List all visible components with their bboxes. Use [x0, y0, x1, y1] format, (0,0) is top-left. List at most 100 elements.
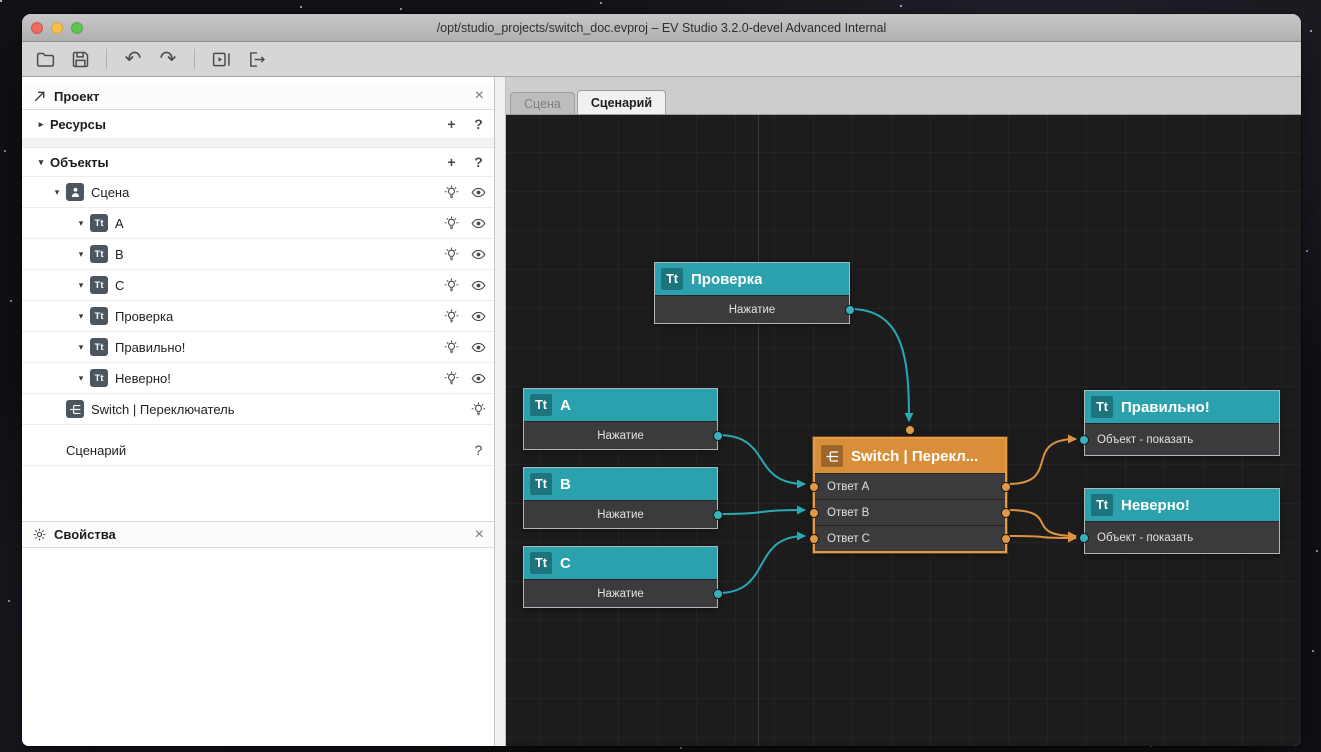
node-header[interactable]: Switch | Перекл... [815, 439, 1005, 473]
input-port[interactable] [809, 534, 819, 544]
tree-row-label: Правильно! [115, 340, 185, 355]
node-header[interactable]: TtПроверка [655, 263, 849, 295]
help-icon[interactable]: ? [471, 117, 486, 131]
disclosure-arrow-icon[interactable]: ▾ [32, 157, 50, 168]
tree-row-obj-proverka[interactable]: ▾TtПроверка [22, 301, 494, 332]
node-row-label: Нажатие [597, 509, 644, 521]
node-header[interactable]: TtB [524, 468, 717, 500]
lamp-icon[interactable] [444, 247, 459, 262]
output-port[interactable] [1001, 508, 1011, 518]
tab-scene[interactable]: Сцена [510, 92, 575, 114]
lamp-icon[interactable] [444, 309, 459, 324]
text-object-icon: Tt [1091, 396, 1113, 418]
disclosure-arrow-icon[interactable]: ▾ [72, 218, 90, 229]
eye-visibility-icon[interactable] [471, 185, 486, 200]
redo-button[interactable]: ↷ [155, 46, 181, 72]
node-row: Нажатие [524, 500, 717, 528]
node-title: B [560, 476, 571, 493]
tree-row-obj-a[interactable]: ▾TtA [22, 208, 494, 239]
tree-row-resources[interactable]: ▸Ресурсы+? [22, 110, 494, 139]
lamp-icon[interactable] [444, 371, 459, 386]
open-button[interactable] [32, 46, 58, 72]
node-header[interactable]: TtA [524, 389, 717, 421]
zoom-window-button[interactable] [71, 22, 83, 34]
minimize-window-button[interactable] [51, 22, 63, 34]
node-title: C [560, 555, 571, 572]
input-port[interactable] [1079, 533, 1089, 543]
disclosure-arrow-icon[interactable]: ▾ [72, 342, 90, 353]
eye-visibility-icon[interactable] [471, 247, 486, 262]
tree-row-obj-b[interactable]: ▾TtB [22, 239, 494, 270]
eye-visibility-icon[interactable] [471, 216, 486, 231]
disclosure-arrow-icon[interactable]: ▸ [32, 119, 50, 130]
output-port[interactable] [713, 431, 723, 441]
tree-row-scene[interactable]: ▾Сцена [22, 177, 494, 208]
text-object-icon: Tt [661, 268, 683, 290]
node-canvas[interactable]: TtПроверкаНажатиеTtAНажатиеTtBНажатиеTtC… [506, 115, 1301, 746]
node-c[interactable]: TtCНажатие [523, 546, 718, 608]
undo-button[interactable]: ↶ [120, 46, 146, 72]
save-button[interactable] [67, 46, 93, 72]
node-switch[interactable]: Switch | Перекл...Ответ AОтвет BОтвет C [813, 437, 1007, 553]
titlebar[interactable]: /opt/studio_projects/switch_doc.evproj –… [22, 14, 1301, 42]
node-title: Неверно! [1121, 497, 1190, 514]
tree-row-obj-pravilno[interactable]: ▾TtПравильно! [22, 332, 494, 363]
preview-button[interactable] [208, 46, 234, 72]
disclosure-arrow-icon[interactable]: ▾ [48, 187, 66, 198]
gear-icon [32, 527, 47, 542]
tree-row-scenario[interactable]: Сценарий? [22, 435, 494, 466]
eye-visibility-icon[interactable] [471, 278, 486, 293]
add-icon[interactable]: + [444, 117, 459, 131]
input-port-top[interactable] [905, 425, 915, 435]
output-port[interactable] [1001, 482, 1011, 492]
add-icon[interactable]: + [444, 155, 459, 169]
eye-visibility-icon[interactable] [471, 340, 486, 355]
close-window-button[interactable] [31, 22, 43, 34]
lamp-icon[interactable] [444, 278, 459, 293]
disclosure-arrow-icon[interactable]: ▾ [72, 373, 90, 384]
lamp-icon[interactable] [444, 185, 459, 200]
toolbar: ↶↷ [22, 42, 1301, 77]
eye-visibility-icon[interactable] [471, 371, 486, 386]
node-b[interactable]: TtB Нажатие [523, 467, 718, 529]
node-header[interactable]: TtПравильно! [1085, 391, 1279, 423]
tree-row-obj-neverno[interactable]: ▾TtНеверно! [22, 363, 494, 394]
output-port[interactable] [845, 305, 855, 315]
node-proverka[interactable]: TtПроверка Нажатие [654, 262, 850, 324]
input-port[interactable] [809, 482, 819, 492]
disclosure-arrow-icon[interactable]: ▾ [72, 249, 90, 260]
node-row: Ответ A [815, 473, 1005, 499]
lamp-icon[interactable] [471, 402, 486, 417]
text-object-icon: Tt [90, 214, 108, 232]
tree-row-switch-object[interactable]: Switch | Переключатель [22, 394, 494, 425]
eye-visibility-icon[interactable] [471, 309, 486, 324]
node-header[interactable]: TtНеверно! [1085, 489, 1279, 521]
tree-row-objects[interactable]: ▾Объекты+? [22, 148, 494, 177]
input-port[interactable] [1079, 435, 1089, 445]
output-port[interactable] [713, 510, 723, 520]
disclosure-arrow-icon[interactable]: ▾ [72, 280, 90, 291]
panel-splitter[interactable] [495, 77, 506, 746]
output-port[interactable] [1001, 534, 1011, 544]
output-port[interactable] [713, 589, 723, 599]
node-header[interactable]: TtC [524, 547, 717, 579]
text-object-icon: Tt [90, 307, 108, 325]
tab-scenario[interactable]: Сценарий [577, 90, 666, 114]
close-project-panel-button[interactable]: × [475, 88, 484, 104]
lamp-icon[interactable] [444, 216, 459, 231]
help-icon[interactable]: ? [471, 443, 486, 457]
lamp-icon[interactable] [444, 340, 459, 355]
tree-row-obj-c[interactable]: ▾TtC [22, 270, 494, 301]
project-panel-header: Проект × [22, 83, 494, 110]
node-row-label: Нажатие [729, 304, 776, 316]
disclosure-arrow-icon[interactable]: ▾ [72, 311, 90, 322]
help-icon[interactable]: ? [471, 155, 486, 169]
node-row-label: Нажатие [597, 430, 644, 442]
node-neverno[interactable]: TtНеверно!Объект - показать [1084, 488, 1280, 554]
input-port[interactable] [809, 508, 819, 518]
export-button[interactable] [243, 46, 269, 72]
node-pravilno[interactable]: TtПравильно!Объект - показать [1084, 390, 1280, 456]
close-properties-panel-button[interactable]: × [475, 527, 484, 543]
node-row: Нажатие [524, 579, 717, 607]
node-a[interactable]: TtA Нажатие [523, 388, 718, 450]
